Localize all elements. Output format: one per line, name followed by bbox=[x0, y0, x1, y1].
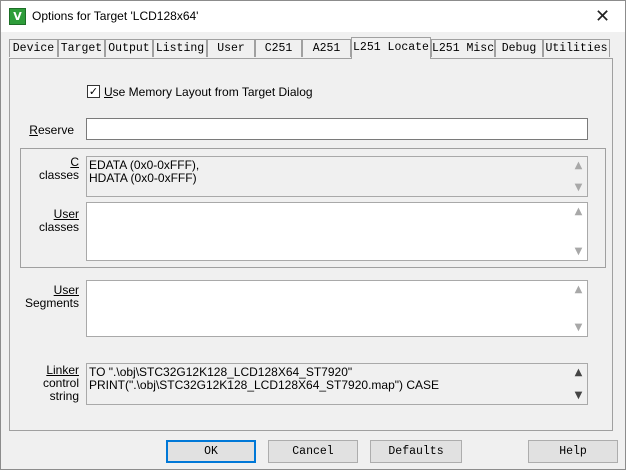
linker-control-textarea[interactable]: TO ".\obj\STC32G12K128_LCD128X64_ST7920"… bbox=[86, 363, 588, 405]
user-segments-textarea[interactable]: ▲ ▼ bbox=[86, 280, 588, 337]
c-classes-textarea[interactable]: EDATA (0x0-0xFFF), HDATA (0x0-0xFFF) ▲ ▼ bbox=[86, 156, 588, 197]
reserve-label: Reserve bbox=[21, 124, 74, 137]
ok-button[interactable]: OK bbox=[166, 440, 256, 463]
defaults-button[interactable]: Defaults bbox=[370, 440, 462, 463]
help-button[interactable]: Help bbox=[528, 440, 618, 463]
user-classes-label-text: classes bbox=[38, 220, 79, 234]
scroll-down-icon[interactable]: ▼ bbox=[570, 387, 587, 404]
reserve-label-accesskey: R bbox=[29, 123, 38, 137]
c-classes-line-2: HDATA (0x0-0xFFF) bbox=[89, 171, 197, 185]
cancel-button[interactable]: Cancel bbox=[268, 440, 358, 463]
window-title: Options for Target 'LCD128x64' bbox=[32, 9, 199, 23]
user-segments-label: User Segments bbox=[21, 284, 79, 310]
scroll-down-icon[interactable]: ▼ bbox=[570, 179, 587, 196]
user-segments-scrollbar[interactable]: ▲ ▼ bbox=[570, 281, 587, 336]
tab-user[interactable]: User bbox=[207, 39, 255, 57]
linker-control-scrollbar[interactable]: ▲ ▼ bbox=[570, 364, 587, 404]
tab-strip: Device Target Output Listing User C251 A… bbox=[1, 37, 625, 59]
tab-c251[interactable]: C251 bbox=[255, 39, 302, 57]
scroll-up-icon[interactable]: ▲ bbox=[570, 157, 587, 174]
tab-l251-locate[interactable]: L251 Locate bbox=[351, 37, 431, 59]
reserve-input[interactable] bbox=[86, 118, 588, 140]
keil-app-icon: V bbox=[9, 8, 26, 25]
use-memory-layout-label-text: se Memory Layout from Target Dialog bbox=[112, 85, 313, 99]
title-bar: V Options for Target 'LCD128x64' ✕ bbox=[1, 1, 625, 32]
tab-debug[interactable]: Debug bbox=[495, 39, 543, 57]
c-classes-scrollbar[interactable]: ▲ ▼ bbox=[570, 157, 587, 196]
user-classes-scrollbar[interactable]: ▲ ▼ bbox=[570, 203, 587, 260]
reserve-label-text: eserve bbox=[37, 123, 74, 137]
scroll-down-icon[interactable]: ▼ bbox=[570, 243, 587, 260]
use-memory-layout-label-accesskey: U bbox=[104, 85, 113, 99]
tab-target[interactable]: Target bbox=[58, 39, 105, 57]
scroll-up-icon[interactable]: ▲ bbox=[570, 203, 587, 220]
c-classes-label-text: classes bbox=[38, 168, 79, 182]
user-classes-label: User classes bbox=[21, 208, 79, 234]
tab-utilities[interactable]: Utilities bbox=[543, 39, 610, 57]
tab-l251-misc[interactable]: L251 Misc bbox=[431, 39, 495, 57]
tab-listing[interactable]: Listing bbox=[153, 39, 207, 57]
use-memory-layout-checkbox[interactable]: ✓ bbox=[87, 85, 100, 98]
linker-control-label-line-3: string bbox=[49, 389, 79, 403]
user-segments-label-text: Segments bbox=[24, 296, 79, 310]
scroll-down-icon[interactable]: ▼ bbox=[570, 319, 587, 336]
tab-device[interactable]: Device bbox=[9, 39, 58, 57]
linker-control-label: Linker control string bbox=[21, 364, 79, 403]
close-icon[interactable]: ✕ bbox=[580, 1, 625, 32]
linker-control-line-2: PRINT(".\obj\STC32G12K128_LCD128X64_ST79… bbox=[89, 378, 440, 392]
tab-output[interactable]: Output bbox=[105, 39, 153, 57]
scroll-up-icon[interactable]: ▲ bbox=[570, 364, 587, 381]
user-classes-textarea[interactable]: ▲ ▼ bbox=[86, 202, 588, 261]
c-classes-label: C classes bbox=[21, 156, 79, 182]
use-memory-layout-label[interactable]: Use Memory Layout from Target Dialog bbox=[104, 85, 313, 99]
scroll-up-icon[interactable]: ▲ bbox=[570, 281, 587, 298]
options-dialog: V Options for Target 'LCD128x64' ✕ Devic… bbox=[0, 0, 626, 470]
tab-a251[interactable]: A251 bbox=[302, 39, 351, 57]
